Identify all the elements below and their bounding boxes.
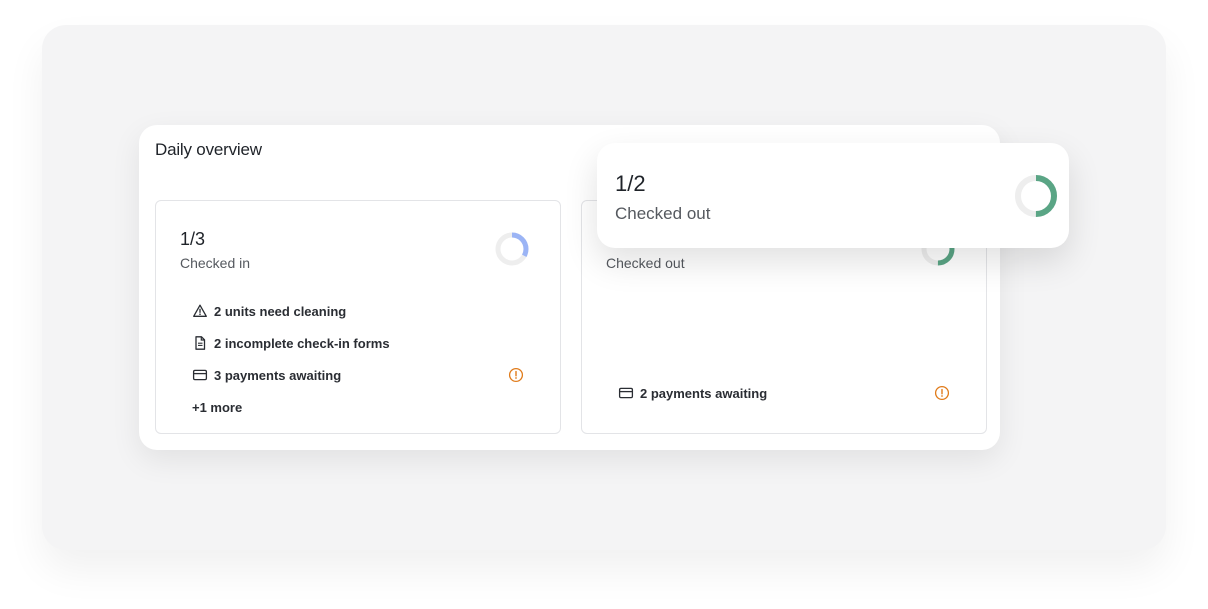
checked-in-card[interactable]: 1/3 Checked in 2 units need cleaning 2 i… (155, 200, 561, 434)
checked-out-count: 1/2 (615, 171, 646, 196)
alert-icon[interactable] (934, 385, 950, 401)
alert-icon[interactable] (508, 367, 524, 383)
checked-out-popup-card[interactable]: 1/2 Checked out (597, 143, 1069, 248)
more-link[interactable]: +1 more (192, 391, 524, 423)
more-label: +1 more (192, 399, 243, 415)
task-label: 2 payments awaiting (640, 385, 768, 401)
task-payments-awaiting[interactable]: 3 payments awaiting (192, 359, 524, 391)
checked-in-count: 1/3 (180, 229, 206, 249)
task-checkin-forms[interactable]: 2 incomplete check-in forms (192, 327, 524, 359)
task-label: 2 units need cleaning (214, 303, 347, 319)
document-icon (192, 335, 208, 351)
credit-card-icon (618, 385, 634, 401)
warning-triangle-icon (192, 303, 208, 319)
checked-in-progress-ring (495, 232, 529, 266)
task-label: 3 payments awaiting (214, 367, 342, 383)
task-label: 2 incomplete check-in forms (214, 335, 390, 351)
credit-card-icon (192, 367, 208, 383)
popup-progress-ring (1015, 175, 1057, 217)
popup-checked-out-label: Checked out (615, 204, 711, 223)
overview-title: Daily overview (155, 140, 262, 159)
task-payments-awaiting-out[interactable]: 2 payments awaiting (618, 377, 950, 409)
checked-in-label: Checked in (180, 255, 251, 271)
checked-in-task-list: 2 units need cleaning 2 incomplete check… (192, 295, 524, 423)
task-units-cleaning[interactable]: 2 units need cleaning (192, 295, 524, 327)
checked-out-label: Checked out (606, 255, 685, 271)
